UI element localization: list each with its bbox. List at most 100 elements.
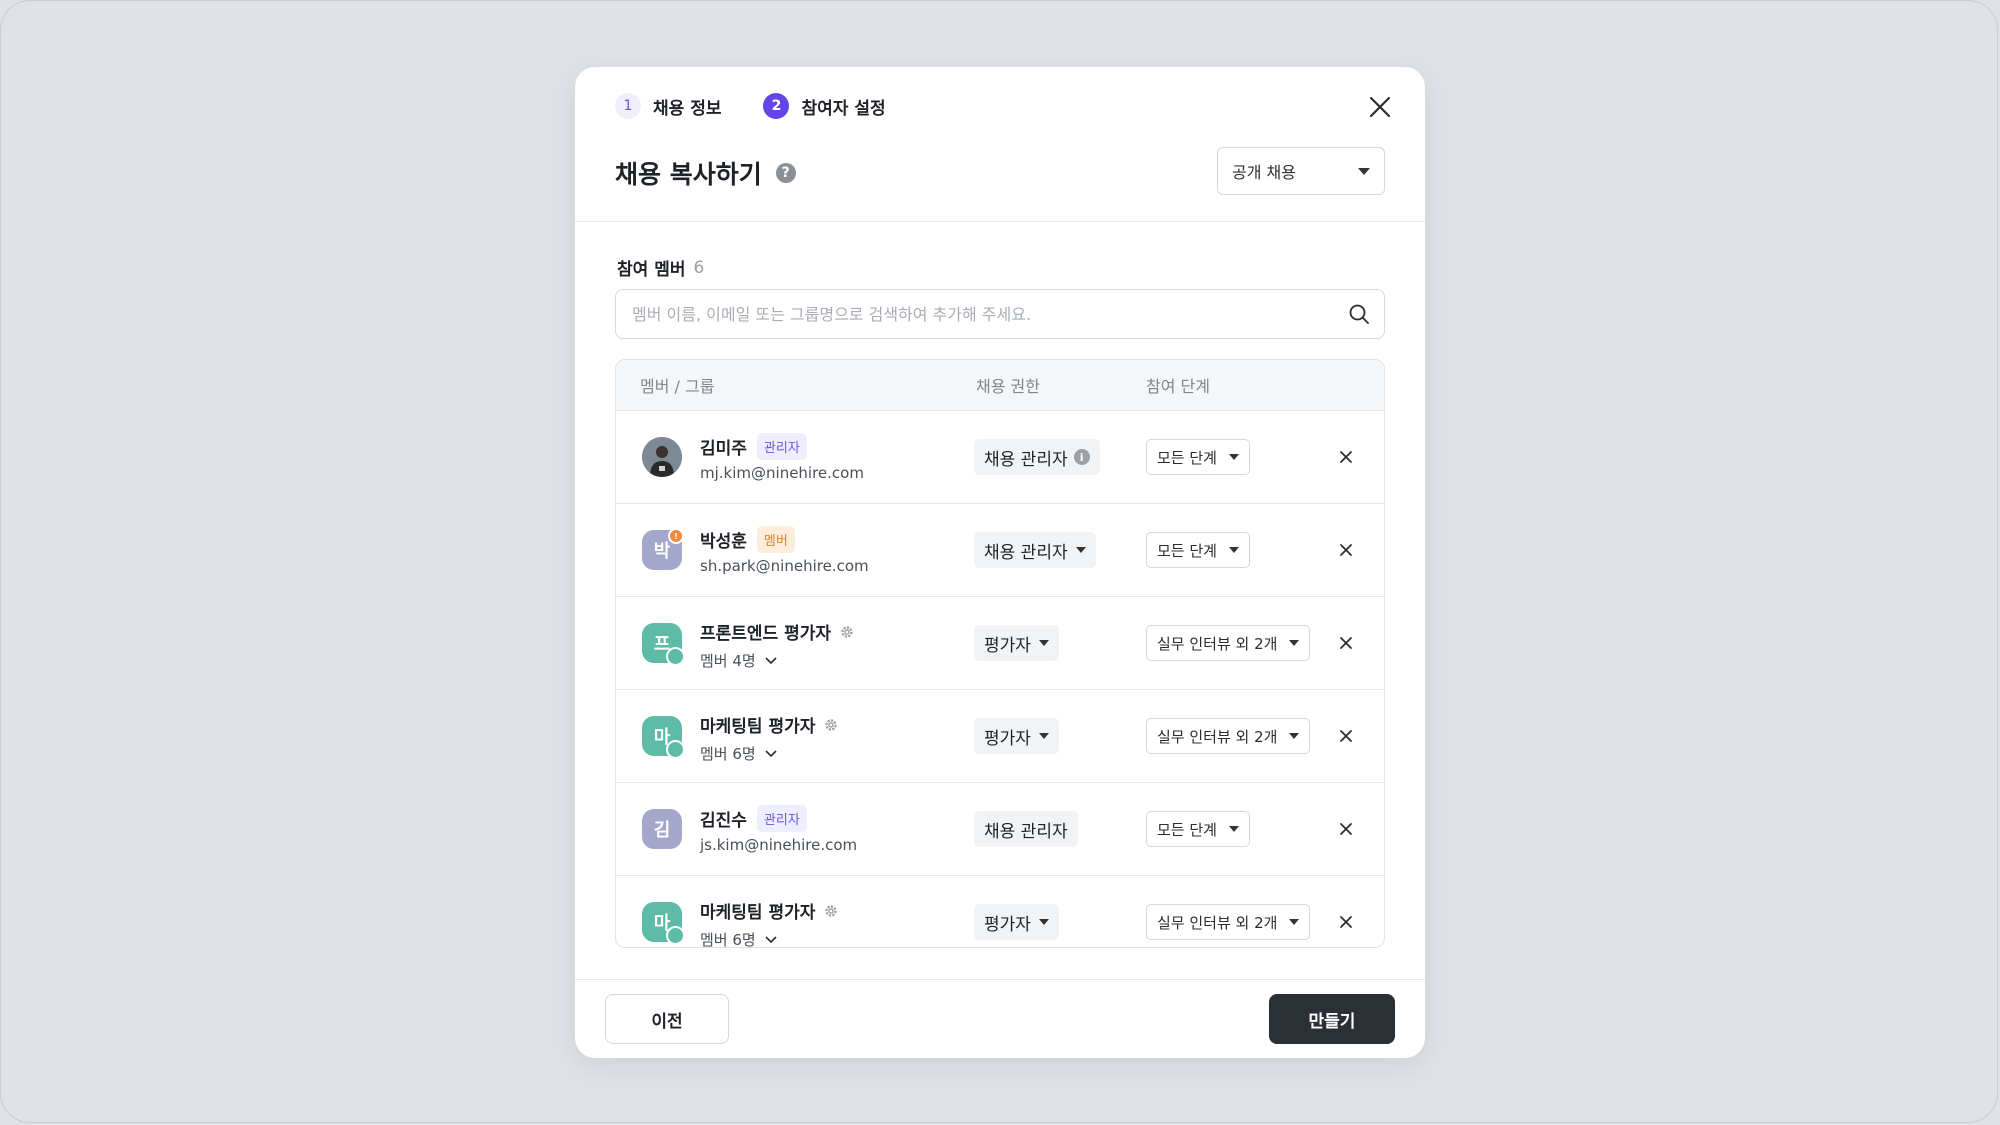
avatar-initial: 박 — [653, 541, 671, 562]
stepper: 1 채용 정보 2 참여자 설정 — [615, 93, 928, 119]
caret-down-icon — [1075, 547, 1086, 553]
role-select[interactable]: 채용 관리자 — [974, 532, 1096, 568]
group-member-count[interactable]: 멤버 4명 — [700, 650, 778, 671]
previous-button[interactable]: 이전 — [605, 994, 729, 1044]
stage-select[interactable]: 실무 인터뷰 외 2개 — [1146, 625, 1311, 661]
members-label: 참여 멤버 — [617, 260, 686, 280]
stage-select[interactable]: 모든 단계 — [1146, 532, 1250, 568]
group-member-count-text: 멤버 6명 — [700, 931, 756, 948]
member-name-line: 김진수 관리자 — [700, 805, 807, 832]
header-member: 멤버 / 그룹 — [640, 377, 715, 396]
user-photo-icon — [642, 437, 682, 477]
group-member-count-text: 멤버 4명 — [700, 652, 756, 670]
caret-down-icon — [1289, 919, 1300, 925]
caret-down-icon — [1038, 919, 1049, 925]
role-value: 평가자 — [984, 914, 1031, 935]
member-name: 박성훈 — [700, 532, 747, 552]
avatar — [642, 437, 682, 477]
avatar: 마 — [642, 716, 685, 759]
caret-down-icon — [1358, 167, 1370, 175]
remove-icon[interactable] — [1336, 819, 1356, 839]
group-name: 마케팅팀 평가자 — [700, 903, 816, 923]
group-name: 마케팅팀 평가자 — [700, 717, 816, 737]
group-icon — [666, 647, 685, 666]
table-row: 박 ! 박성훈 멤버 sh.park@ninehire.com 채용 관리자 모… — [616, 503, 1384, 596]
role-select[interactable]: 평가자 — [974, 625, 1059, 661]
members-count: 6 — [693, 257, 705, 278]
stage-select[interactable]: 실무 인터뷰 외 2개 — [1146, 904, 1311, 940]
recruitment-type-value: 공개 채용 — [1232, 163, 1296, 182]
stage-select[interactable]: 실무 인터뷰 외 2개 — [1146, 718, 1311, 754]
table-row: 마 마케팅팀 평가자 멤버 6명 평가자 실무 인터뷰 외 2개 — [616, 689, 1384, 782]
member-email: sh.park@ninehire.com — [700, 557, 869, 575]
stage-value: 모든 단계 — [1157, 448, 1217, 467]
remove-icon[interactable] — [1336, 726, 1356, 746]
caret-down-icon — [1289, 733, 1300, 739]
stage-value: 실무 인터뷰 외 2개 — [1157, 913, 1278, 932]
header-divider — [575, 221, 1425, 222]
chevron-down-icon — [765, 749, 777, 757]
group-name-line: 마케팅팀 평가자 — [700, 898, 839, 923]
step-1-label: 채용 정보 — [653, 98, 722, 119]
table-row: 김미주 관리자 mj.kim@ninehire.com 채용 관리자 i 모든 … — [616, 410, 1384, 503]
group-member-count[interactable]: 멤버 6명 — [700, 743, 778, 764]
group-name: 프론트엔드 평가자 — [700, 624, 832, 644]
footer-divider — [575, 979, 1425, 980]
help-icon[interactable]: ? — [775, 163, 796, 183]
search-icon[interactable] — [1348, 303, 1370, 325]
role-value: 평가자 — [984, 728, 1031, 749]
remove-icon[interactable] — [1336, 633, 1356, 653]
create-button[interactable]: 만들기 — [1269, 994, 1395, 1044]
member-name-line: 김미주 관리자 — [700, 433, 807, 460]
stage-value: 모든 단계 — [1157, 820, 1217, 839]
members-table: 멤버 / 그룹 채용 권한 참여 단계 김미주 관리자 mj.kim@nineh… — [615, 359, 1385, 948]
caret-down-icon — [1038, 640, 1049, 646]
role-select[interactable]: 평가자 — [974, 904, 1059, 940]
caret-down-icon — [1289, 640, 1300, 646]
avatar: 프 — [642, 623, 685, 666]
table-row: 프 프론트엔드 평가자 멤버 4명 평가자 실무 인터뷰 외 2개 — [616, 596, 1384, 689]
gear-icon[interactable] — [823, 717, 839, 733]
role-display: 채용 관리자 i — [974, 439, 1100, 475]
recruitment-type-select[interactable]: 공개 채용 — [1217, 147, 1385, 195]
member-name: 김진수 — [700, 811, 747, 831]
member-email: mj.kim@ninehire.com — [700, 464, 864, 482]
step-1[interactable]: 1 채용 정보 — [615, 93, 721, 119]
stage-value: 실무 인터뷰 외 2개 — [1157, 634, 1278, 653]
chevron-down-icon — [765, 656, 777, 664]
role-badge: 관리자 — [756, 805, 807, 832]
remove-icon[interactable] — [1336, 540, 1356, 560]
title-row: 채용 복사하기 ? — [615, 155, 796, 191]
step-2[interactable]: 2 참여자 설정 — [763, 93, 886, 119]
avatar: 마 — [642, 902, 685, 945]
info-icon[interactable]: i — [1073, 449, 1090, 465]
chevron-down-icon — [765, 935, 777, 943]
stage-select[interactable]: 모든 단계 — [1146, 811, 1250, 847]
role-badge: 멤버 — [756, 526, 795, 553]
gear-icon[interactable] — [839, 624, 855, 640]
modal-title: 채용 복사하기 — [615, 160, 762, 189]
remove-icon[interactable] — [1336, 912, 1356, 932]
close-icon[interactable] — [1365, 92, 1395, 122]
stage-value: 모든 단계 — [1157, 541, 1217, 560]
member-search-input[interactable] — [630, 303, 1348, 325]
group-name-line: 프론트엔드 평가자 — [700, 619, 855, 644]
group-icon — [666, 926, 685, 945]
caret-down-icon — [1228, 547, 1239, 553]
role-value: 채용 관리자 — [984, 542, 1068, 563]
role-value: 채용 관리자 — [984, 449, 1068, 470]
group-member-count[interactable]: 멤버 6명 — [700, 929, 778, 948]
caret-down-icon — [1228, 826, 1239, 832]
members-section-label: 참여 멤버 6 — [617, 255, 705, 281]
stage-value: 실무 인터뷰 외 2개 — [1157, 727, 1278, 746]
member-name-line: 박성훈 멤버 — [700, 526, 795, 553]
gear-icon[interactable] — [823, 903, 839, 919]
remove-icon[interactable] — [1336, 447, 1356, 467]
group-member-count-text: 멤버 6명 — [700, 745, 756, 763]
caret-down-icon — [1038, 733, 1049, 739]
copy-job-modal: 1 채용 정보 2 참여자 설정 채용 복사하기 ? 공개 채용 참여 멤버 6… — [575, 67, 1425, 1058]
stage-select[interactable]: 모든 단계 — [1146, 439, 1250, 475]
role-select[interactable]: 평가자 — [974, 718, 1059, 754]
member-name: 김미주 — [700, 439, 747, 459]
header-role: 채용 권한 — [976, 377, 1040, 396]
